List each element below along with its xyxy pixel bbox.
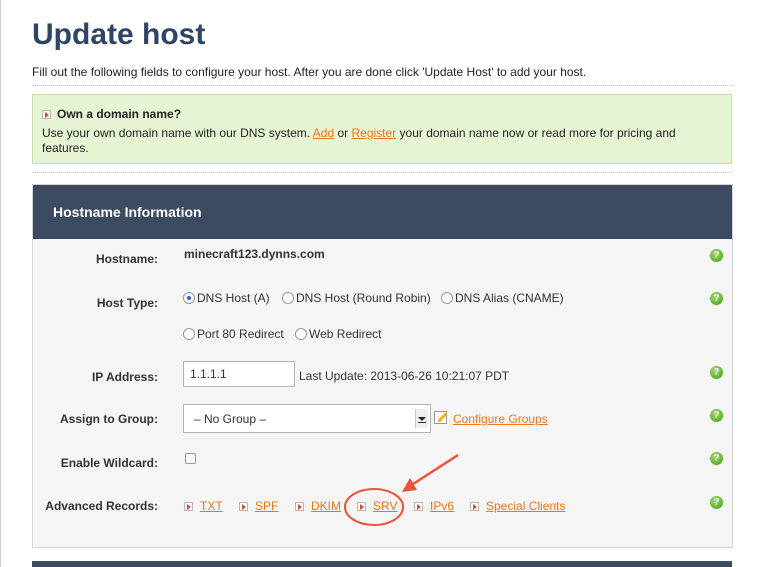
next-panel-header	[32, 561, 732, 567]
annotation-arrow-shaft	[409, 453, 459, 488]
annotation-arrowhead	[402, 478, 417, 492]
srv-highlight-circle	[344, 488, 404, 526]
annotation-overlay	[344, 453, 459, 526]
